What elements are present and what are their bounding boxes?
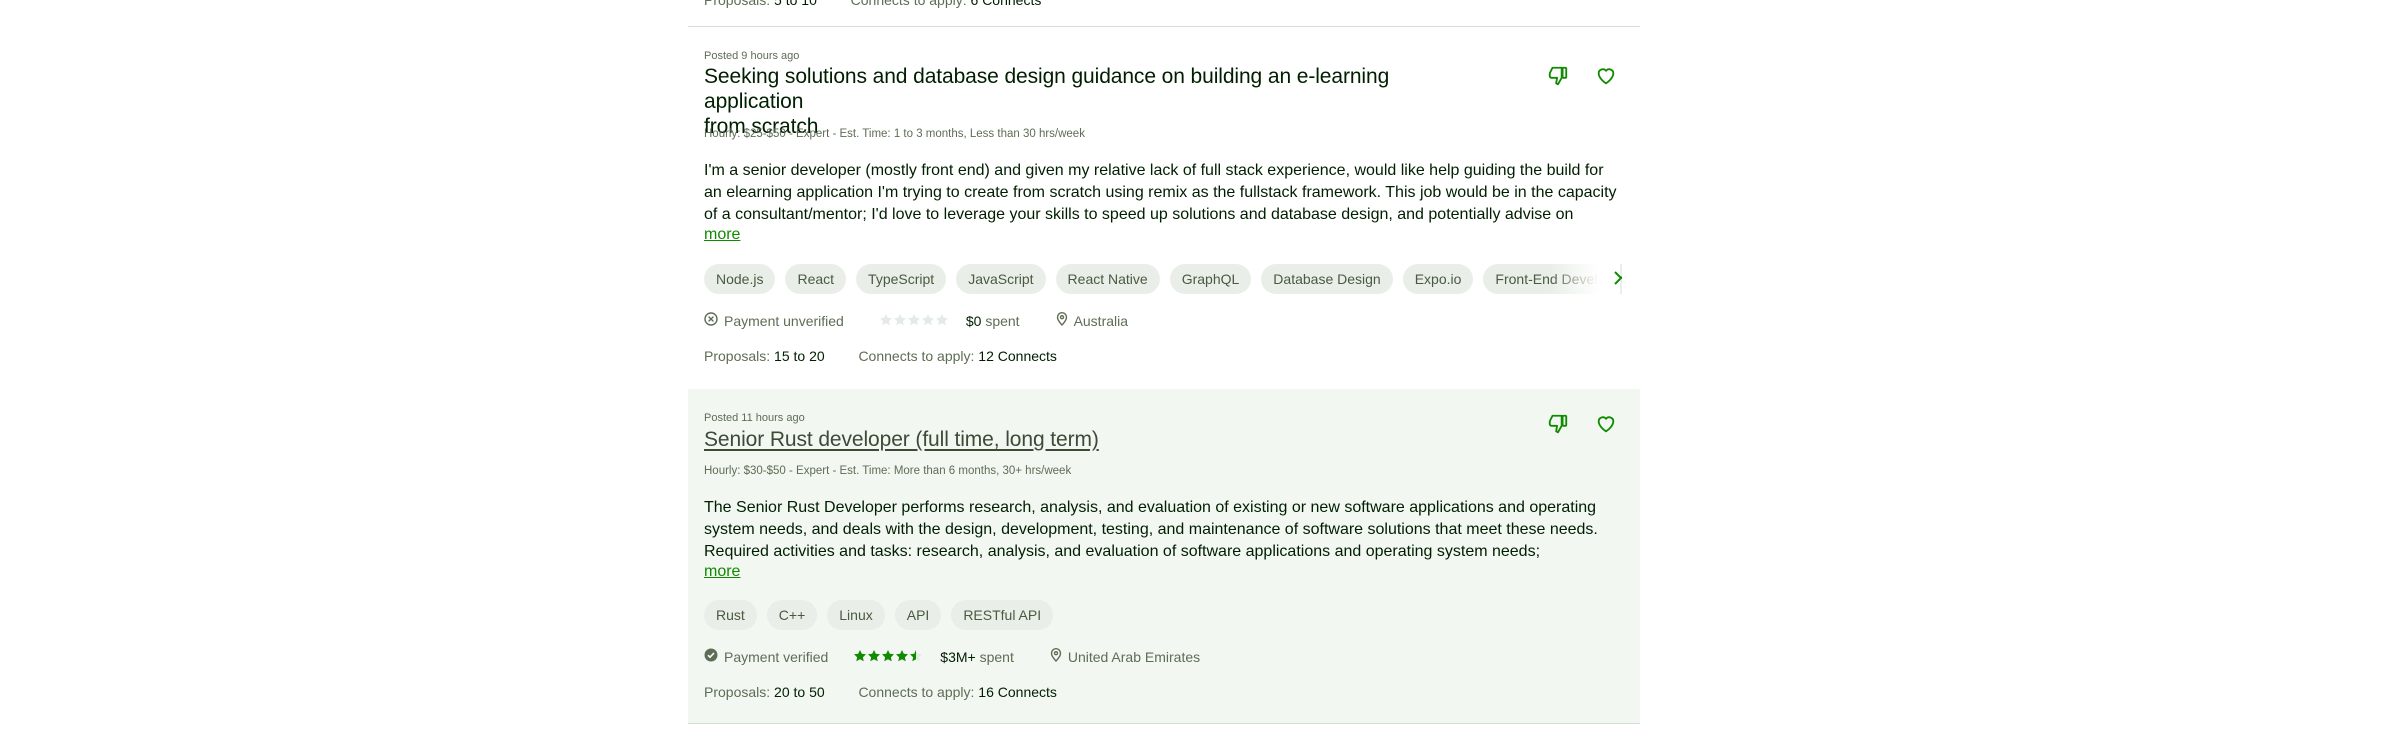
client-location: Australia [1056,312,1128,329]
rating-stars [854,649,923,661]
job-description: The Senior Rust Developer performs resea… [704,499,1598,560]
client-info: Payment unverified $0 spent Australia [704,312,1128,329]
skill-tag[interactable]: Database Design [1261,264,1393,294]
job-description: I'm a senior developer (mostly front end… [704,162,1617,223]
location-pin-icon [1050,648,1062,665]
previous-job-proposals: Proposals: 5 to 10 Connects to apply: 6 … [704,0,1041,8]
job-title-line[interactable]: Seeking solutions and database design gu… [704,65,1389,113]
verified-check-icon [704,648,718,665]
job-meta: Hourly: $25-$50 - Expert - Est. Time: 1 … [704,128,1085,140]
location-pin-icon [1056,312,1068,329]
connects-value: 12 Connects [978,348,1057,364]
skill-tag[interactable]: React Native [1055,264,1160,294]
proposals-label: Proposals: [704,0,771,8]
client-rating [854,649,924,665]
job-meta: Hourly: $30-$50 - Expert - Est. Time: Mo… [704,465,1072,477]
payment-label: Payment unverified [724,312,844,329]
save-job-button[interactable] [1592,64,1620,92]
proposals-value: 15 to 20 [774,348,825,364]
proposals-value: 20 to 50 [774,684,825,700]
payment-status: Payment verified [704,648,828,665]
skill-tag[interactable]: GraphQL [1169,264,1252,294]
client-spent: $3M+ spent [940,649,1014,665]
spent-amount: $3M+ [940,648,976,665]
skill-tag[interactable]: C++ [766,600,818,630]
proposals-label: Proposals: [704,684,771,700]
skill-tag[interactable]: Node.js [704,264,776,294]
skill-tag[interactable]: Expo.io [1402,264,1474,294]
chevron-right-icon [1611,270,1625,291]
skill-tag[interactable]: JavaScript [956,264,1046,294]
spent-amount: $0 [965,312,982,329]
save-job-button[interactable] [1592,412,1620,440]
spent-suffix: spent [979,648,1014,665]
dislike-button[interactable] [1544,412,1572,440]
posted-time: Posted 11 hours ago [704,412,805,424]
job-feed: Proposals: 5 to 10 Connects to apply: 6 … [688,0,1640,739]
proposals-row: Proposals: 20 to 50 Connects to apply: 1… [704,684,1057,700]
skill-tags: Node.js React TypeScript JavaScript Reac… [704,264,1622,296]
rating-stars [879,313,948,325]
skill-tag[interactable]: Rust [704,600,757,630]
location-label: United Arab Emirates [1067,648,1201,665]
connects-label: Connects to apply: [850,0,967,8]
skill-tag[interactable]: React [785,264,847,294]
heart-icon [1595,413,1617,440]
skill-tag[interactable]: RESTful API [951,600,1054,630]
spent-suffix: spent [985,312,1020,329]
client-location: United Arab Emirates [1050,648,1200,665]
location-label: Australia [1073,312,1129,329]
payment-status: Payment unverified [704,312,844,329]
thumbs-down-icon [1547,413,1569,440]
proposals-label: Proposals: [704,348,771,364]
client-rating [879,313,950,329]
connects-value: 16 Connects [978,684,1057,700]
connects-label: Connects to apply: [858,348,975,364]
heart-icon [1595,65,1617,92]
skill-tag[interactable]: Linux [827,600,885,630]
tags-scroll-right-button[interactable] [1606,264,1630,296]
payment-label: Payment verified [724,648,829,665]
job-tile[interactable]: Posted 9 hours ago Seeking solutions and… [688,27,1640,389]
proposals-row: Proposals: 15 to 20 Connects to apply: 1… [704,348,1057,364]
skill-tag[interactable]: API [894,600,942,630]
skill-tags: Rust C++ Linux API RESTful API [704,600,1622,632]
proposals-value: 5 to 10 [774,0,817,8]
job-tile[interactable]: Posted 11 hours ago Senior Rust develope… [688,389,1640,723]
payment-unverified-icon [704,312,718,329]
client-info: Payment verified $3M+ spent United Arab … [704,648,1200,665]
divider [688,723,1640,724]
more-link[interactable]: more [704,563,740,581]
client-spent: $0 spent [966,313,1020,329]
connects-label: Connects to apply: [858,684,975,700]
job-title[interactable]: Senior Rust developer (full time, long t… [704,427,1494,452]
posted-time: Posted 9 hours ago [704,50,800,62]
thumbs-down-icon [1547,65,1569,92]
dislike-button[interactable] [1544,64,1572,92]
connects-value: 6 Connects [970,0,1042,8]
skill-tag[interactable]: TypeScript [856,264,947,294]
more-link[interactable]: more [704,226,740,244]
